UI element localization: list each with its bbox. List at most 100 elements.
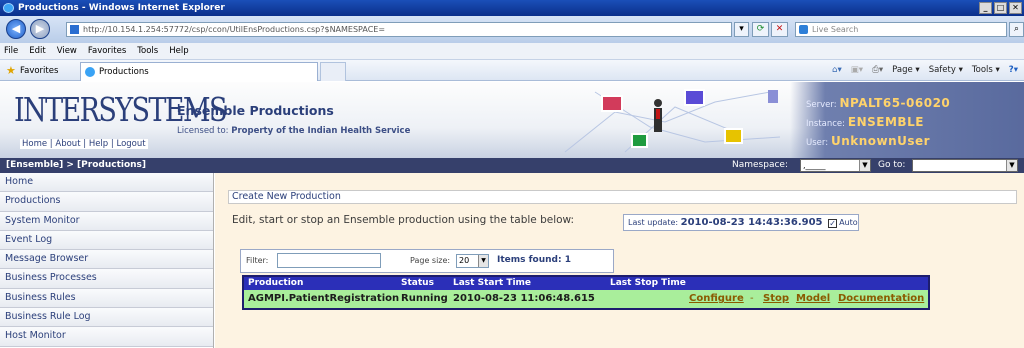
safety-menu[interactable]: Safety ▾ (929, 63, 963, 78)
close-window-button[interactable]: ✕ (1009, 2, 1022, 14)
search-input[interactable]: Live Search (795, 22, 1007, 37)
page-menu[interactable]: Page ▾ (892, 63, 920, 78)
menu-bar: File Edit View Favorites Tools Help (0, 43, 1024, 59)
logout-link[interactable]: Logout (116, 139, 145, 149)
instance-label: Instance: (806, 119, 846, 129)
page-size-label: Page size: (410, 256, 451, 265)
license-info: Licensed to: Property of the Indian Heal… (177, 126, 410, 136)
stop-icon[interactable]: ✕ (771, 22, 788, 37)
home-link[interactable]: Home (22, 139, 47, 149)
productions-table: Production Status Last Start Time Last S… (242, 275, 930, 310)
menu-item-host-monitor[interactable]: Host Monitor (0, 327, 213, 347)
goto-select[interactable]: ▼ (912, 159, 1018, 172)
menu-item-event-log[interactable]: Event Log (0, 230, 213, 251)
minimize-button[interactable]: _ (979, 2, 992, 14)
breadcrumb-bar: [Ensemble] > [Productions] Namespace: ,_… (0, 158, 1024, 173)
refresh-icon[interactable]: ⟳ (752, 22, 769, 37)
star-icon: ★ (6, 64, 16, 77)
print-icon[interactable]: ⎙▾ (872, 63, 883, 78)
server-label: Server: (806, 100, 837, 110)
chevron-down-icon: ▼ (478, 255, 488, 267)
header-status[interactable]: Status (401, 277, 434, 290)
instructions-text: Edit, start or stop an Ensemble producti… (232, 214, 575, 226)
menu-view[interactable]: View (57, 43, 77, 59)
breadcrumb[interactable]: [Ensemble] > [Productions] (6, 158, 146, 173)
menu-tools[interactable]: Tools (137, 43, 158, 59)
page-title: Ensemble Productions (177, 103, 334, 118)
filter-label: Filter: (246, 256, 269, 265)
address-bar[interactable]: http://10.154.1.254:57772/csp/ccon/UtilE… (66, 22, 732, 37)
menu-favorites[interactable]: Favorites (88, 43, 126, 59)
header-network-graphic (564, 89, 781, 153)
namespace-label: Namespace: (732, 160, 788, 170)
back-button[interactable]: ◀ (6, 19, 26, 39)
separator: - (750, 293, 754, 304)
header-production[interactable]: Production (248, 277, 303, 290)
menu-help[interactable]: Help (169, 43, 188, 59)
create-new-production-link[interactable]: Create New Production (228, 190, 1017, 204)
last-update-box: Last update: 2010-08-23 14:43:36.905 ✓ Au… (623, 214, 859, 231)
user-label: User: (806, 138, 829, 148)
live-search-icon (799, 25, 808, 34)
production-last-start: 2010-08-23 11:06:48.615 (453, 293, 595, 304)
forward-button[interactable]: ▶ (30, 19, 50, 39)
address-dropdown-button[interactable]: ▾ (734, 22, 749, 37)
filter-input[interactable] (277, 253, 381, 268)
menu-edit[interactable]: Edit (29, 43, 45, 59)
chevron-down-icon: ▼ (859, 160, 870, 171)
instance-value: ENSEMBLE (847, 115, 924, 129)
box-icon (724, 128, 743, 144)
menu-item-message-browser[interactable]: Message Browser (0, 250, 213, 270)
address-url: http://10.154.1.254:57772/csp/ccon/UtilE… (83, 25, 386, 34)
feeds-icon[interactable]: ▣▾ (851, 63, 863, 78)
documentation-link[interactable]: Documentation (838, 290, 924, 308)
model-link[interactable]: Model (796, 290, 830, 308)
tools-menu[interactable]: Tools ▾ (972, 63, 1000, 78)
tab-label: Productions (99, 67, 149, 77)
page-size-value: 20 (459, 256, 470, 265)
ensemble-header: INTERSYSTEMS Home | About | Help | Logou… (0, 82, 1024, 158)
licensed-label: Licensed to: (177, 126, 229, 136)
server-value: NPALT65-06020 (839, 96, 951, 110)
namespace-value: ,_____ (803, 161, 826, 170)
header-last-start-time[interactable]: Last Start Time (453, 277, 531, 290)
licensed-value: Property of the Indian Health Service (231, 126, 411, 136)
home-icon[interactable]: ⌂▾ (832, 63, 842, 78)
server-info: Server: NPALT65-06020 Instance: ENSEMBLE… (790, 82, 1024, 158)
tab-productions[interactable]: Productions (80, 62, 318, 81)
monitor-icon (601, 95, 623, 112)
auto-label: Auto (839, 218, 858, 227)
window-title-bar: Productions - Windows Internet Explorer … (0, 0, 1024, 16)
help-icon[interactable]: ?▾ (1009, 63, 1018, 78)
header-last-stop-time[interactable]: Last Stop Time (610, 277, 686, 290)
namespace-select[interactable]: ,_____ ▼ (800, 159, 871, 172)
ie-tab-icon (85, 67, 95, 77)
table-header: Production Status Last Start Time Last S… (244, 277, 928, 290)
stop-link[interactable]: Stop (763, 290, 789, 308)
page-icon (70, 25, 79, 34)
menu-item-business-rule-log[interactable]: Business Rule Log (0, 308, 213, 328)
search-icon[interactable]: ⌕ (1009, 22, 1024, 37)
configure-link[interactable]: Configure (689, 290, 744, 308)
help-link[interactable]: Help (89, 139, 108, 149)
last-update-label: Last update: (628, 218, 679, 227)
menu-item-productions[interactable]: Productions (0, 192, 213, 212)
menu-item-system-monitor[interactable]: System Monitor (0, 211, 213, 231)
new-tab-button[interactable] (320, 62, 346, 81)
person-icon (654, 99, 662, 132)
about-link[interactable]: About (55, 139, 80, 149)
chevron-down-icon: ▼ (1006, 160, 1017, 171)
maximize-button[interactable]: □ (994, 2, 1007, 14)
window-title: Productions - Windows Internet Explorer (18, 3, 225, 13)
menu-item-business-processes[interactable]: Business Processes (0, 269, 213, 289)
namespace-bar: Namespace: (732, 158, 788, 173)
items-found: Items found: 1 (497, 255, 571, 265)
menu-item-business-rules[interactable]: Business Rules (0, 288, 213, 309)
menu-file[interactable]: File (4, 43, 18, 59)
ie-icon (3, 3, 14, 13)
auto-checkbox[interactable]: ✓ (828, 219, 838, 228)
favorites-button[interactable]: ★ Favorites (6, 64, 58, 78)
address-toolbar: ◀ ▶ http://10.154.1.254:57772/csp/ccon/U… (0, 16, 1024, 43)
page-size-select[interactable]: 20 ▼ (456, 254, 489, 268)
menu-item-home[interactable]: Home (0, 173, 213, 193)
